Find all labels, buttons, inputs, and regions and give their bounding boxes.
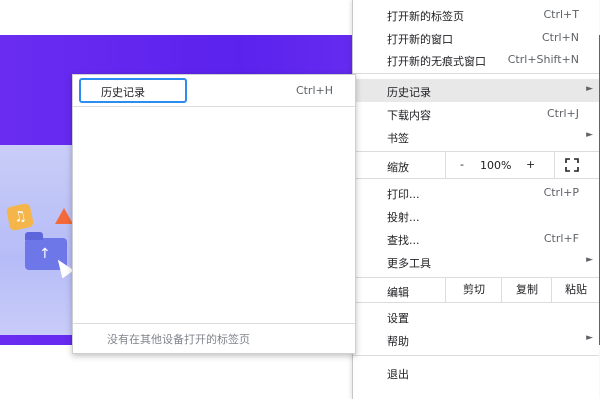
chevron-right-icon: ► xyxy=(586,255,593,265)
menu-item-shortcut: Ctrl+P xyxy=(543,186,579,199)
music-note-icon: ♫ xyxy=(5,202,35,232)
zoom-in-button[interactable]: + xyxy=(526,158,535,171)
menu-item-label: 打印... xyxy=(387,188,420,201)
menu-item-label: 投射... xyxy=(387,211,420,224)
zoom-level: 100% xyxy=(480,159,512,172)
menu-divider xyxy=(353,73,599,74)
menu-item-find[interactable]: 查找... Ctrl+F xyxy=(353,227,599,250)
submenu-item-shortcut: Ctrl+H xyxy=(295,84,333,97)
zoom-control: - 100% + xyxy=(445,152,555,178)
warning-icon xyxy=(55,208,73,224)
menu-item-label: 退出 xyxy=(387,368,409,381)
menu-item-downloads[interactable]: 下载内容 Ctrl+J xyxy=(353,102,599,125)
edit-label: 编辑 xyxy=(387,286,409,299)
menu-item-shortcut: Ctrl+T xyxy=(543,8,579,21)
zoom-row: 缩放 - 100% + xyxy=(353,152,599,178)
submenu-divider xyxy=(73,323,355,324)
menu-item-help[interactable]: 帮助 ► xyxy=(353,328,599,351)
menu-item-exit[interactable]: 退出 xyxy=(353,361,599,384)
paste-button[interactable]: 粘贴 xyxy=(551,278,600,302)
menu-item-more-tools[interactable]: 更多工具 ► xyxy=(353,250,599,273)
menu-item-shortcut: Ctrl+N xyxy=(541,31,579,44)
menu-item-history[interactable]: 历史记录 ► xyxy=(353,79,599,102)
chevron-right-icon: ► xyxy=(586,333,593,343)
menu-item-new-incognito-window[interactable]: 打开新的无痕式窗口 Ctrl+Shift+N xyxy=(353,48,599,71)
chevron-right-icon: ► xyxy=(586,84,593,94)
menu-item-label: 打开新的无痕式窗口 xyxy=(387,55,486,68)
menu-item-shortcut: Ctrl+F xyxy=(543,232,579,245)
chevron-right-icon: ► xyxy=(586,130,593,140)
menu-item-label: 历史记录 xyxy=(387,86,431,99)
menu-divider xyxy=(353,355,599,356)
copy-button[interactable]: 复制 xyxy=(501,278,552,302)
submenu-divider xyxy=(73,106,355,107)
history-submenu: 历史记录 Ctrl+H 没有在其他设备打开的标签页 xyxy=(72,74,356,354)
edit-row: 编辑 剪切 复制 粘贴 xyxy=(353,278,599,302)
menu-item-label: 更多工具 xyxy=(387,257,431,270)
menu-item-label: 帮助 xyxy=(387,335,409,348)
menu-item-shortcut: Ctrl+J xyxy=(546,107,579,120)
menu-divider xyxy=(353,178,599,179)
fullscreen-icon[interactable] xyxy=(565,158,579,172)
zoom-out-button[interactable]: - xyxy=(460,158,464,171)
menu-item-cast[interactable]: 投射... xyxy=(353,204,599,227)
menu-item-settings[interactable]: 设置 xyxy=(353,305,599,328)
menu-item-label: 书签 xyxy=(387,132,409,145)
zoom-label: 缩放 xyxy=(387,161,409,174)
menu-divider xyxy=(353,302,599,303)
menu-item-label: 打开新的窗口 xyxy=(387,33,453,46)
no-other-devices-text: 没有在其他设备打开的标签页 xyxy=(107,333,250,346)
submenu-item-history[interactable]: 历史记录 xyxy=(101,84,145,100)
browser-main-menu: 打开新的标签页 Ctrl+T 打开新的窗口 Ctrl+N 打开新的无痕式窗口 C… xyxy=(352,0,599,399)
menu-item-label: 打开新的标签页 xyxy=(387,10,464,23)
upload-arrow-icon: ↑ xyxy=(39,246,51,262)
menu-item-label: 查找... xyxy=(387,234,420,247)
menu-item-label: 下载内容 xyxy=(387,109,431,122)
menu-item-label: 设置 xyxy=(387,312,409,325)
menu-item-new-tab[interactable]: 打开新的标签页 Ctrl+T xyxy=(353,3,599,26)
menu-item-print[interactable]: 打印... Ctrl+P xyxy=(353,181,599,204)
cut-button[interactable]: 剪切 xyxy=(445,278,502,302)
menu-item-shortcut: Ctrl+Shift+N xyxy=(507,53,579,66)
menu-item-bookmarks[interactable]: 书签 ► xyxy=(353,125,599,148)
menu-item-new-window[interactable]: 打开新的窗口 Ctrl+N xyxy=(353,26,599,49)
